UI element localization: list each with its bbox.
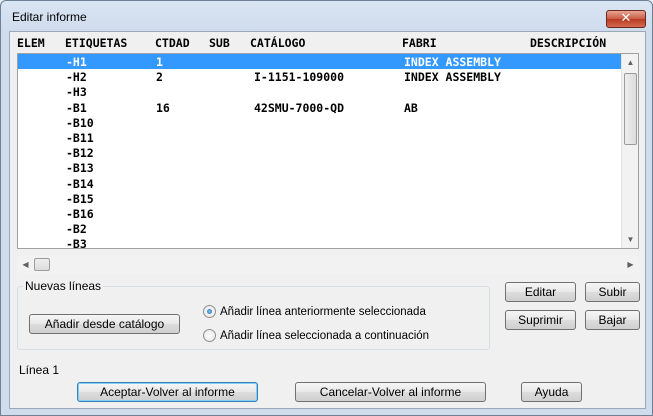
table-rows: -H1 1 INDEX ASSEMBLY -H2 2 I-1151-109000 INDEX… bbox=[18, 54, 622, 249]
accept-button[interactable]: Aceptar-Volver al informe bbox=[77, 382, 258, 402]
table-row[interactable]: -B16 bbox=[18, 206, 622, 221]
add-from-catalog-button[interactable]: Añadir desde catálogo bbox=[29, 314, 180, 334]
scroll-up-icon[interactable]: ▲ bbox=[622, 54, 638, 71]
table-row[interactable]: -B1 16 42SMU-7000-QD AB bbox=[18, 100, 622, 115]
cell-ctdad: 1 bbox=[156, 55, 163, 69]
group-legend: Nuevas líneas bbox=[23, 279, 104, 293]
current-line-status: Línea 1 bbox=[19, 363, 60, 377]
cell-ctdad: 16 bbox=[156, 100, 170, 115]
scroll-right-icon[interactable]: ▶ bbox=[622, 256, 639, 273]
cell-etiqueta: -B3 bbox=[66, 237, 87, 249]
cell-etiqueta: -H2 bbox=[66, 70, 87, 85]
radio-previous-label: Añadir línea anteriormente seleccionada bbox=[220, 305, 426, 318]
column-header-catalogo[interactable]: CATÁLOGO bbox=[250, 36, 305, 50]
column-header-ctdad[interactable]: CTDAD bbox=[155, 36, 190, 50]
move-down-button[interactable]: Bajar bbox=[585, 310, 640, 330]
cell-etiqueta: -B10 bbox=[66, 115, 94, 130]
cancel-button[interactable]: Cancelar-Volver al informe bbox=[295, 382, 486, 402]
table-row[interactable]: -H3 bbox=[18, 84, 622, 99]
table-row[interactable]: -H1 1 INDEX ASSEMBLY bbox=[18, 54, 622, 70]
cell-etiqueta: -H1 bbox=[66, 55, 87, 69]
column-header-sub[interactable]: SUB bbox=[209, 36, 230, 50]
cell-etiqueta: -B11 bbox=[66, 130, 94, 145]
cell-etiqueta: -B14 bbox=[66, 176, 94, 191]
table-row[interactable]: -B14 bbox=[18, 176, 622, 191]
column-header-elem[interactable]: ELEM bbox=[17, 36, 45, 50]
table-row[interactable]: -B11 bbox=[18, 130, 622, 145]
cell-etiqueta: -B12 bbox=[66, 146, 94, 161]
dialog-window: Editar informe ✕ ELEM ETIQUETAS CTDAD SU… bbox=[0, 0, 653, 416]
column-header-fabri[interactable]: FABRI bbox=[402, 36, 437, 50]
cell-etiqueta: -B2 bbox=[66, 222, 87, 237]
horizontal-scroll-thumb[interactable] bbox=[34, 258, 50, 271]
cell-fabri: INDEX ASSEMBLY bbox=[404, 55, 501, 69]
close-icon: ✕ bbox=[620, 11, 632, 26]
radio-next-label: Añadir línea seleccionada a continuación bbox=[220, 329, 430, 342]
table-row[interactable]: -B3 bbox=[18, 236, 622, 249]
table-row[interactable]: -H2 2 I-1151-109000 INDEX ASSEMBLY bbox=[18, 69, 622, 84]
cell-ctdad: 2 bbox=[156, 70, 163, 85]
new-lines-group: Nuevas líneas Añadir desde catálogo Añad… bbox=[17, 279, 490, 350]
move-up-button[interactable]: Subir bbox=[585, 282, 640, 302]
table-row[interactable]: -B13 bbox=[18, 160, 622, 175]
help-button[interactable]: Ayuda bbox=[521, 382, 582, 402]
cell-etiqueta: -B15 bbox=[66, 191, 94, 206]
table-row[interactable]: -B12 bbox=[18, 145, 622, 160]
cell-catalogo: 42SMU-7000-QD bbox=[254, 100, 345, 115]
table-row[interactable]: -B15 bbox=[18, 191, 622, 206]
horizontal-scrollbar[interactable]: ◀ ▶ bbox=[17, 256, 639, 273]
radio-next-indicator[interactable] bbox=[203, 329, 216, 342]
cell-etiqueta: -B1 bbox=[66, 100, 87, 115]
dialog-client-area: ELEM ETIQUETAS CTDAD SUB CATÁLOGO FABRI … bbox=[9, 31, 646, 409]
edit-button[interactable]: Editar bbox=[505, 282, 576, 302]
cell-fabri: AB bbox=[404, 100, 418, 115]
table-header: ELEM ETIQUETAS CTDAD SUB CATÁLOGO FABRI … bbox=[10, 32, 645, 52]
table-row[interactable]: -B2 bbox=[18, 221, 622, 236]
cell-etiqueta: -H3 bbox=[66, 85, 87, 100]
cell-etiqueta: -B13 bbox=[66, 161, 94, 176]
cell-etiqueta: -B16 bbox=[66, 206, 94, 221]
radio-previous-indicator[interactable] bbox=[203, 305, 216, 318]
column-header-descripcion[interactable]: DESCRIPCIÓN bbox=[530, 36, 606, 50]
vertical-scrollbar[interactable]: ▲ ▼ bbox=[621, 54, 638, 248]
report-lines-list[interactable]: -H1 1 INDEX ASSEMBLY -H2 2 I-1151-109000 INDEX… bbox=[17, 53, 639, 249]
scroll-down-icon[interactable]: ▼ bbox=[622, 231, 638, 248]
radio-add-next[interactable]: Añadir línea seleccionada a continuación bbox=[203, 329, 429, 342]
delete-button[interactable]: Suprimir bbox=[505, 310, 576, 330]
table-row[interactable]: -B10 bbox=[18, 115, 622, 130]
radio-add-previous[interactable]: Añadir línea anteriormente seleccionada bbox=[203, 305, 426, 318]
title-bar[interactable]: Editar informe ✕ bbox=[1, 1, 652, 31]
cell-fabri: INDEX ASSEMBLY bbox=[404, 70, 501, 85]
column-header-etiquetas[interactable]: ETIQUETAS bbox=[65, 36, 127, 50]
vertical-scroll-thumb[interactable] bbox=[624, 73, 637, 145]
cell-catalogo: I-1151-109000 bbox=[254, 70, 345, 85]
window-title: Editar informe bbox=[12, 10, 87, 24]
scroll-left-icon[interactable]: ◀ bbox=[17, 256, 34, 273]
close-button[interactable]: ✕ bbox=[606, 10, 646, 28]
